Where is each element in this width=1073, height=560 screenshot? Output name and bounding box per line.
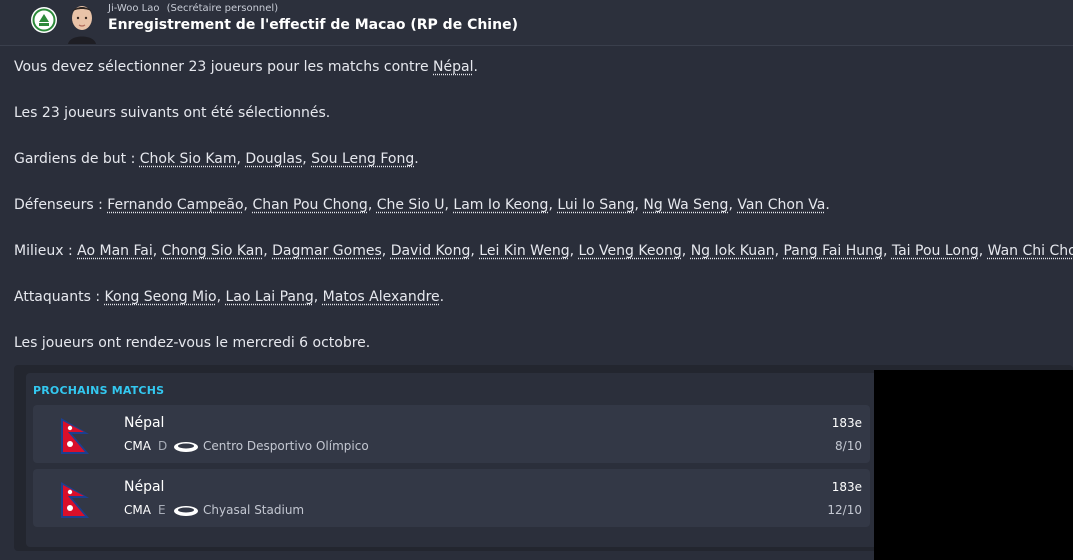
stadium-icon bbox=[174, 442, 198, 452]
player-link[interactable]: Lei Kin Weng bbox=[479, 243, 569, 259]
attackers-list: Kong Seong Mio, Lao Lai Pang, Matos Alex… bbox=[104, 289, 445, 305]
upcoming-matches-card: PROCHAINS MATCHS Népal CMA D Centro Desp… bbox=[26, 373, 886, 547]
player-link[interactable]: Tai Pou Long bbox=[892, 243, 979, 259]
message-header: Ji-Woo Lao (Secrétaire personnel) Enregi… bbox=[0, 0, 1073, 46]
player-link[interactable]: Chok Sio Kam bbox=[140, 151, 237, 167]
selection-requirement: Vous devez sélectionner 23 joueurs pour … bbox=[14, 58, 1073, 76]
player-link[interactable]: Ng Iok Kuan bbox=[691, 243, 775, 259]
player-link[interactable]: Ng Wa Seng bbox=[643, 197, 728, 213]
avatar[interactable] bbox=[64, 2, 100, 44]
player-link[interactable]: Douglas bbox=[245, 151, 302, 167]
player-link[interactable]: Van Chon Va bbox=[737, 197, 825, 213]
club-crest-icon[interactable] bbox=[30, 6, 58, 34]
player-link[interactable]: Lui Io Sang bbox=[557, 197, 634, 213]
stadium-name[interactable]: Centro Desportivo Olímpico bbox=[203, 439, 369, 453]
opponent-link[interactable]: Népal bbox=[433, 59, 473, 75]
opponent-name[interactable]: Népal bbox=[124, 415, 164, 431]
sender-role: (Secrétaire personnel) bbox=[166, 3, 279, 14]
match-date: 8/10 bbox=[835, 439, 862, 453]
player-link[interactable]: Che Sio U bbox=[377, 197, 445, 213]
upcoming-matches-title: PROCHAINS MATCHS bbox=[33, 384, 165, 397]
stadium-name[interactable]: Chyasal Stadium bbox=[203, 503, 304, 517]
opponent-ranking: 183e bbox=[831, 480, 862, 494]
goalkeepers-line: Gardiens de but : Chok Sio Kam, Douglas,… bbox=[14, 150, 1073, 168]
defenders-label: Défenseurs : bbox=[14, 197, 108, 213]
player-link[interactable]: Lao Lai Pang bbox=[226, 289, 314, 305]
message-subject: Enregistrement de l'effectif de Macao (R… bbox=[108, 17, 518, 33]
nepal-flag-icon bbox=[61, 482, 89, 518]
player-link[interactable]: Ao Man Fai bbox=[77, 243, 153, 259]
round-code: E bbox=[158, 503, 166, 517]
nepal-flag-icon bbox=[61, 418, 89, 454]
player-link[interactable]: Lam Io Keong bbox=[453, 197, 548, 213]
punctuation: . bbox=[473, 59, 478, 75]
selection-text: Vous devez sélectionner 23 joueurs pour … bbox=[14, 59, 434, 75]
meeting-date: Les joueurs ont rendez-vous le mercredi … bbox=[14, 335, 371, 351]
selection-confirmation: Les 23 joueurs suivants ont été sélectio… bbox=[14, 105, 331, 121]
stadium-icon bbox=[174, 506, 198, 516]
defenders-list: Fernando Campeão, Chan Pou Chong, Che Si… bbox=[107, 197, 830, 213]
player-link[interactable]: Chan Pou Chong bbox=[252, 197, 367, 213]
midfielders-label: Milieux : bbox=[14, 243, 78, 259]
player-link[interactable]: David Kong bbox=[391, 243, 471, 259]
midfielders-line: Milieux : Ao Man Fai, Chong Sio Kan, Dag… bbox=[14, 242, 1073, 260]
competition-code[interactable]: CMA bbox=[124, 503, 151, 517]
player-link[interactable]: Pang Fai Hung bbox=[783, 243, 882, 259]
match-date: 12/10 bbox=[827, 503, 862, 517]
opponent-ranking: 183e bbox=[831, 416, 862, 430]
player-link[interactable]: Kong Seong Mio bbox=[105, 289, 217, 305]
player-link[interactable]: Fernando Campeão bbox=[107, 197, 243, 213]
round-code: D bbox=[158, 439, 168, 453]
sender-name[interactable]: Ji-Woo Lao bbox=[108, 3, 159, 14]
match-row[interactable]: Népal CMA E Chyasal Stadium 183e 12/10 bbox=[33, 469, 870, 527]
player-link[interactable]: Chong Sio Kan bbox=[162, 243, 264, 259]
player-link[interactable]: Lo Veng Keong bbox=[578, 243, 681, 259]
player-link[interactable]: Wan Chi Chong bbox=[988, 243, 1073, 259]
goalkeepers-list: Chok Sio Kam, Douglas, Sou Leng Fong. bbox=[139, 151, 419, 167]
message-body: Vous devez sélectionner 23 joueurs pour … bbox=[14, 58, 1073, 380]
attackers-line: Attaquants : Kong Seong Mio, Lao Lai Pan… bbox=[14, 288, 1073, 306]
player-link[interactable]: Matos Alexandre bbox=[323, 289, 440, 305]
blank-area bbox=[874, 370, 1073, 560]
goalkeepers-label: Gardiens de but : bbox=[14, 151, 140, 167]
attackers-label: Attaquants : bbox=[14, 289, 105, 305]
defenders-line: Défenseurs : Fernando Campeão, Chan Pou … bbox=[14, 196, 1073, 214]
opponent-name[interactable]: Népal bbox=[124, 479, 164, 495]
sender-line: Ji-Woo Lao (Secrétaire personnel) bbox=[108, 3, 278, 14]
player-link[interactable]: Sou Leng Fong bbox=[311, 151, 414, 167]
player-link[interactable]: Dagmar Gomes bbox=[272, 243, 382, 259]
competition-code[interactable]: CMA bbox=[124, 439, 151, 453]
match-row[interactable]: Népal CMA D Centro Desportivo Olímpico 1… bbox=[33, 405, 870, 463]
midfielders-list: Ao Man Fai, Chong Sio Kan, Dagmar Gomes,… bbox=[77, 243, 1073, 259]
